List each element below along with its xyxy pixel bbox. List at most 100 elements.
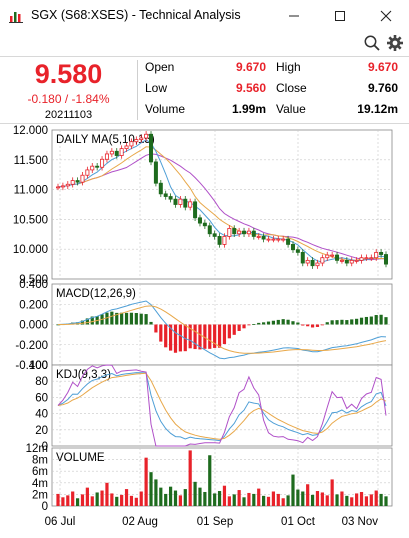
candle-body (75, 180, 80, 183)
candle-body (144, 133, 149, 139)
y-tick-label: 12m (26, 443, 48, 455)
candle-body (129, 141, 134, 147)
search-icon[interactable] (363, 34, 381, 52)
volume-bar (217, 491, 222, 506)
volume-bar (100, 490, 104, 506)
candle-body (114, 150, 119, 156)
volume-bar (85, 487, 89, 506)
candle-body (300, 251, 305, 264)
macd-bar (320, 324, 324, 326)
candle-body (134, 139, 139, 143)
low-label: Low (145, 81, 168, 95)
macd-bar (340, 319, 344, 325)
candle-body (70, 180, 75, 185)
candle-body (320, 257, 325, 264)
x-tick-label: 03 Nov (342, 516, 379, 528)
volume-bar (129, 495, 134, 506)
minimize-button[interactable] (271, 0, 317, 31)
macd-bar (310, 324, 315, 328)
y-tick-label: 12.000 (13, 125, 48, 137)
candle-body (354, 259, 359, 262)
volume-bar (257, 488, 261, 506)
y-tick-label: 80 (35, 376, 48, 388)
volume-bar (80, 494, 85, 506)
macd-bar (291, 321, 295, 325)
candle-body (242, 230, 247, 235)
low-value: 9.560 (235, 81, 266, 95)
candle-body (383, 254, 388, 265)
volume-bar (369, 494, 373, 506)
candle-body (173, 198, 178, 205)
close-value: 9.760 (367, 81, 398, 95)
candle-body (85, 169, 90, 176)
candle-body (139, 137, 144, 140)
macd-bar (120, 312, 124, 325)
macd-bar (325, 322, 329, 325)
candle-body (124, 145, 129, 150)
macd-bar (149, 321, 153, 325)
candle-body (232, 228, 237, 235)
candle-body (364, 257, 369, 260)
y-tick-label: 10.000 (13, 244, 48, 256)
candle-body (276, 238, 281, 241)
macd-bar (355, 318, 359, 325)
x-tick-label: 01 Oct (281, 516, 316, 528)
x-tick-label: 06 Jul (45, 516, 76, 528)
app-chart-icon (9, 12, 23, 23)
volume-bar (374, 490, 378, 506)
maximize-button[interactable] (317, 0, 363, 31)
candle-body (237, 230, 242, 235)
macd-bar (257, 322, 261, 325)
value-value: 19.12m (357, 102, 398, 116)
volume-bar (350, 497, 354, 506)
candle-body (369, 257, 374, 260)
candle-body (310, 259, 315, 267)
macd-bar (271, 320, 276, 325)
volume-bar (384, 496, 388, 506)
close-button[interactable] (363, 0, 409, 31)
macd-bar (222, 324, 227, 345)
macd-bar (247, 324, 251, 326)
macd-bar (129, 312, 134, 325)
high-value: 9.670 (367, 60, 398, 74)
gear-icon[interactable] (386, 34, 404, 52)
volume-bar (281, 498, 285, 506)
macd-bar (154, 324, 158, 333)
macd-bar (252, 324, 256, 325)
candle-body (266, 238, 271, 241)
volume-bar (335, 494, 339, 506)
volume-bar (61, 497, 65, 506)
technical-chart-area[interactable]: 12.000 11.500 11.000 10.500 10.000 9.500 DAILY… (0, 122, 409, 538)
x-tick-label: 01 Sep (197, 516, 233, 528)
candle-body (80, 174, 85, 183)
volume-bar (203, 491, 207, 506)
candle-body (359, 257, 364, 261)
volume-bar (124, 489, 129, 506)
macd-bar (369, 316, 373, 325)
volume-bar (110, 493, 114, 506)
close-icon (380, 10, 392, 21)
candle-body (212, 233, 217, 237)
candle-body (305, 259, 310, 264)
open-value: 9.670 (235, 60, 266, 74)
candle-body (119, 148, 124, 156)
last-price: 9.580 (34, 59, 103, 89)
technical-chart[interactable]: 12.00011.50011.00010.50010.0009.500DAILY… (0, 122, 409, 538)
candle-body (290, 244, 295, 251)
macd-bar (144, 314, 148, 325)
y-tick-label: 4m (32, 478, 48, 490)
volume-bar (310, 494, 315, 506)
volume-bar (222, 485, 227, 506)
macd-bar (345, 320, 349, 325)
macd-bar (173, 324, 178, 353)
volume-bar (149, 472, 153, 506)
volume-bar (66, 495, 70, 506)
volume-bar (75, 498, 80, 506)
pane-title: VOLUME (56, 452, 105, 464)
volume-bar (115, 496, 119, 506)
volume-bar (193, 481, 197, 506)
y-tick-label: 40 (35, 409, 48, 421)
candle-body (153, 161, 158, 184)
candle-body (168, 196, 173, 200)
candle-body (178, 198, 183, 205)
